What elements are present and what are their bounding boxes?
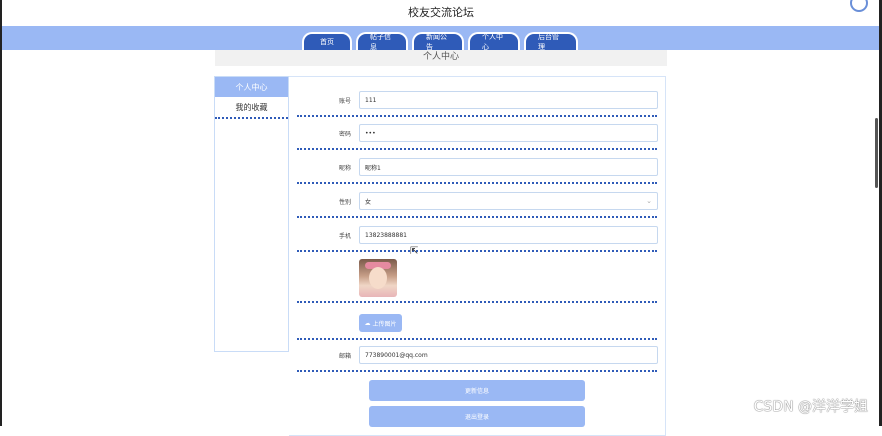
password-label: 密码 — [338, 131, 351, 138]
page-title: 个人中心 — [422, 52, 459, 62]
cloud-upload-icon: ☁ — [364, 319, 371, 327]
email-label: 邮箱 — [338, 353, 351, 360]
phone-field[interactable]: 13823888881 — [359, 226, 658, 244]
phone-label: 手机 — [338, 233, 351, 240]
tab-profile[interactable]: 个人中心 — [468, 32, 520, 51]
nickname-label: 昵称 — [338, 165, 351, 172]
watermark: CSDN @洋洋学姐 — [753, 399, 868, 415]
account-label: 账号 — [338, 98, 351, 105]
sidebar-item-favorites[interactable]: 我的收藏 — [215, 97, 288, 119]
update-info-button[interactable]: 更新信息 — [369, 380, 585, 401]
account-field[interactable]: 111 — [359, 91, 658, 109]
tab-admin[interactable]: 后台管理 — [524, 32, 578, 51]
logout-button[interactable]: 退出登录 — [369, 406, 585, 427]
email-field[interactable]: 773890001@qq.com — [359, 346, 658, 364]
page-header: 个人中心 — [215, 50, 667, 66]
gender-value: 女 — [365, 198, 372, 206]
tab-home[interactable]: 首页 — [302, 32, 352, 50]
form-row-phone: 手机 13823888881 — [297, 223, 658, 252]
tab-posts[interactable]: 帖子信息 — [356, 32, 408, 51]
upload-button-label: 上传图片 — [372, 320, 397, 328]
window-left-edge — [0, 0, 2, 426]
form-row-upload: ☁ 上传图片 — [297, 303, 657, 340]
profile-form: 账号 111 密码 ••• 昵称 昵称1 性别 女 ⌄ 手机 138238888… — [289, 76, 666, 436]
nickname-field[interactable]: 昵称1 — [359, 158, 658, 176]
chevron-down-icon: ⌄ — [646, 197, 652, 205]
tab-news[interactable]: 新闻公告 — [412, 32, 464, 51]
avatar-image — [359, 259, 397, 297]
sidebar: 个人中心 我的收藏 — [214, 76, 289, 352]
site-title: 校友交流论坛 — [408, 6, 474, 19]
gender-label: 性别 — [338, 199, 351, 206]
form-row-email: 邮箱 773890001@qq.com — [297, 343, 658, 372]
form-row-gender: 性别 女 ⌄ — [297, 189, 658, 218]
password-field[interactable]: ••• — [359, 124, 658, 142]
mouse-cursor-icon: ⇱ — [410, 246, 419, 257]
scrollbar-thumb[interactable] — [875, 118, 878, 188]
form-row-password: 密码 ••• — [297, 122, 658, 150]
form-row-account: 账号 111 — [297, 89, 658, 117]
form-row-nickname: 昵称 昵称1 — [297, 155, 658, 184]
avatar-face — [369, 267, 387, 289]
gender-select[interactable]: 女 ⌄ — [359, 192, 658, 210]
upload-image-button[interactable]: ☁ 上传图片 — [359, 314, 402, 332]
nav-tabs: 首页 帖子信息 新闻公告 个人中心 后台管理 — [302, 32, 578, 51]
form-row-avatar — [297, 251, 657, 303]
sidebar-item-profile[interactable]: 个人中心 — [215, 77, 288, 97]
